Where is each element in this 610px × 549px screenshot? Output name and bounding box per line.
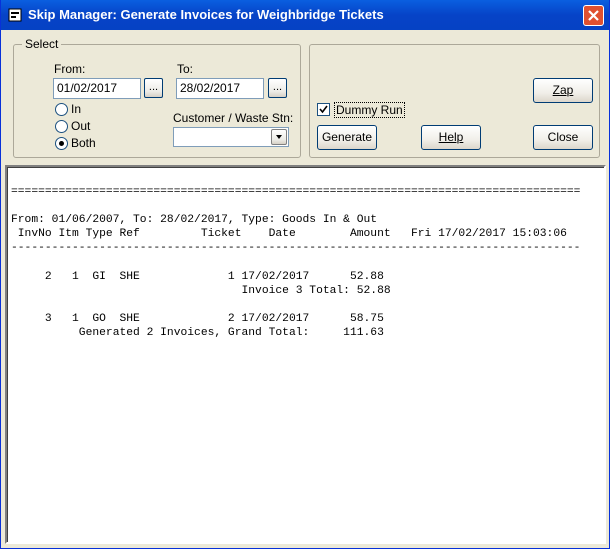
radio-both[interactable]	[55, 137, 68, 150]
report-line: InvNo Itm Type Ref Ticket Date Amount Fr…	[11, 228, 567, 241]
generate-button-label: Generate	[321, 130, 373, 144]
customer-select[interactable]	[173, 127, 289, 147]
title-bar[interactable]: Skip Manager: Generate Invoices for Weig…	[1, 0, 609, 30]
select-group-label: Select	[22, 37, 62, 51]
report-line: 3 1 GO SHE 2 17/02/2017 58.75	[11, 312, 384, 325]
zap-button-label: Zap	[552, 83, 574, 97]
report-line: Generated 2 Invoices, Grand Total: 111.6…	[11, 326, 384, 339]
report-text: ========================================…	[11, 185, 580, 340]
chevron-down-icon[interactable]	[271, 129, 287, 145]
report-line: Invoice 3 Total: 52.88	[11, 284, 391, 297]
report-line: From: 01/06/2007, To: 28/02/2017, Type: …	[11, 214, 378, 227]
to-date-input[interactable]: 28/02/2017	[176, 78, 264, 99]
report-line: ========================================…	[11, 186, 581, 198]
window-close-button[interactable]	[583, 5, 604, 26]
from-date-browse-button[interactable]: ...	[144, 78, 163, 98]
help-button[interactable]: Help	[421, 125, 481, 150]
customer-label: Customer / Waste Stn:	[173, 111, 294, 125]
close-button-label: Close	[547, 130, 579, 144]
radio-out-label: Out	[71, 119, 91, 133]
radio-selected-dot	[59, 141, 64, 146]
check-icon	[319, 105, 328, 114]
from-date-input[interactable]: 01/02/2017	[53, 78, 141, 99]
report-line: 2 1 GI SHE 1 17/02/2017 52.88	[11, 270, 384, 283]
generate-button[interactable]: Generate	[317, 125, 377, 150]
radio-in-label: In	[71, 102, 82, 116]
dummy-run-label[interactable]: Dummy Run	[334, 102, 405, 118]
app-window: Skip Manager: Generate Invoices for Weig…	[0, 0, 610, 549]
report-line: ----------------------------------------…	[11, 242, 581, 255]
radio-in[interactable]	[55, 103, 68, 116]
dummy-run-checkbox[interactable]	[317, 103, 330, 116]
window-title: Skip Manager: Generate Invoices for Weig…	[28, 7, 384, 22]
help-button-label: Help	[438, 130, 464, 144]
radio-both-label: Both	[71, 136, 96, 150]
close-icon	[588, 10, 599, 21]
radio-out[interactable]	[55, 120, 68, 133]
report-output[interactable]: ========================================…	[5, 165, 606, 544]
to-date-browse-button[interactable]: ...	[268, 78, 287, 98]
zap-button[interactable]: Zap	[533, 78, 593, 103]
from-label: From:	[54, 62, 86, 76]
to-label: To:	[177, 62, 194, 76]
close-button[interactable]: Close	[533, 125, 593, 150]
app-icon	[8, 8, 22, 22]
